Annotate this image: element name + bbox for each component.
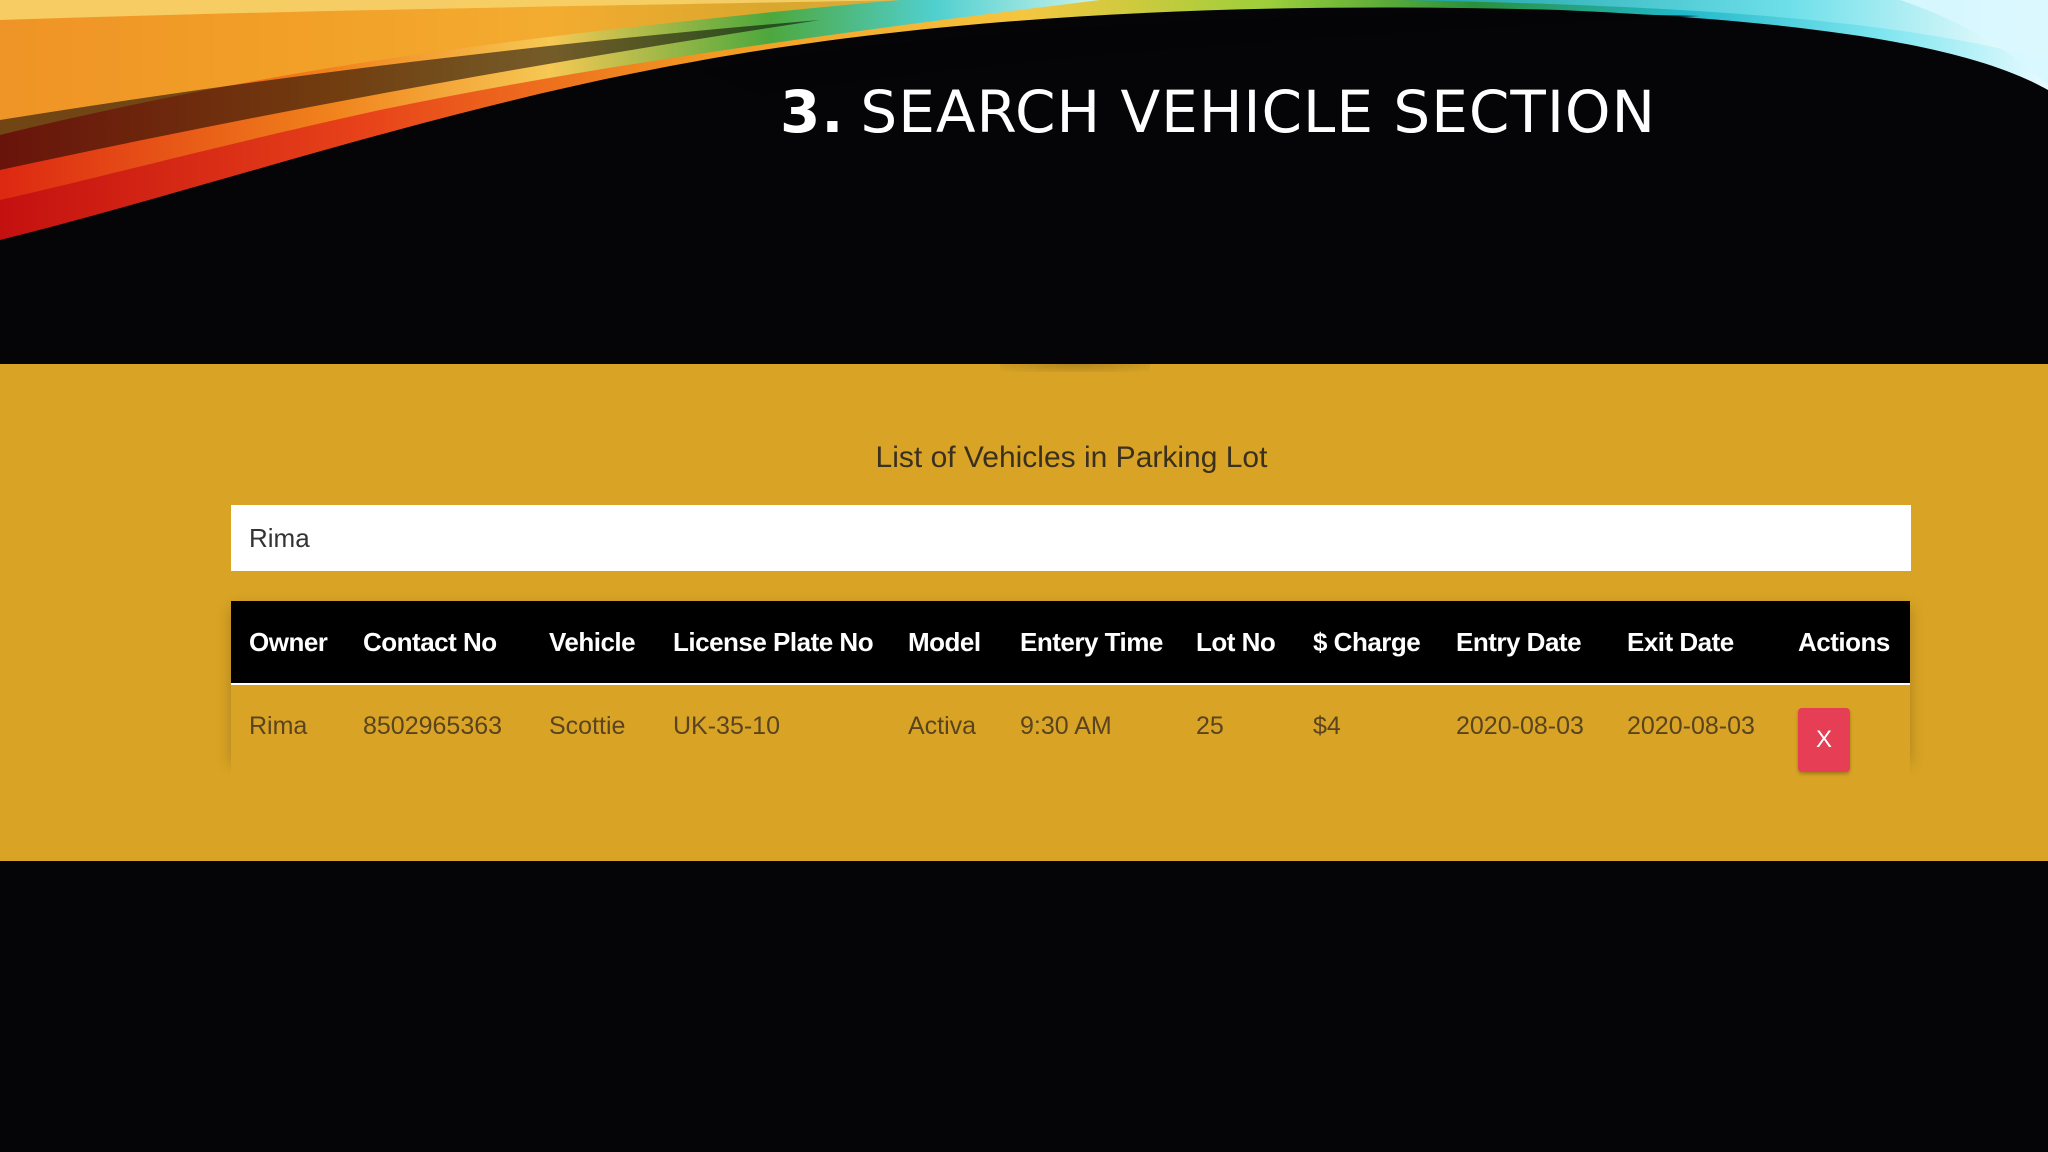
panel-shadow	[1000, 364, 1150, 372]
column-header-vehicle: Vehicle	[531, 601, 655, 685]
parking-app-panel: List of Vehicles in Parking Lot Rima Own…	[0, 364, 2048, 861]
cell-lot-no: 25	[1196, 712, 1224, 740]
cell-vehicle: Scottie	[549, 712, 626, 740]
column-header-entry-date: Entry Date	[1438, 601, 1609, 685]
slide-title: 3. SEARCH VEHICLE SECTION	[780, 72, 1656, 152]
slide-title-text: SEARCH VEHICLE SECTION	[860, 78, 1656, 146]
column-header-actions: Actions	[1780, 601, 1910, 685]
vehicle-table: Owner Contact No Vehicle License Plate N…	[231, 601, 1910, 794]
table-row: Rima 8502965363 Scottie UK-35-10 Activa …	[231, 684, 1910, 794]
column-header-owner: Owner	[231, 601, 345, 685]
cell-contact-no: 8502965363	[363, 712, 503, 740]
cell-model: Activa	[908, 712, 977, 740]
vehicle-list-heading: List of Vehicles in Parking Lot	[875, 441, 1268, 474]
column-header-license-plate-no: License Plate No	[655, 601, 890, 685]
slide: 3. SEARCH VEHICLE SECTION List of Vehicle…	[0, 0, 2048, 1152]
search-input[interactable]	[231, 505, 1911, 571]
column-header-model: Model	[890, 601, 1002, 685]
cell-actions: X	[1780, 684, 1910, 794]
column-header-exit-date: Exit Date	[1609, 601, 1780, 685]
cell-exit-date: 2020-08-03	[1627, 712, 1755, 740]
column-header-lot-no: Lot No	[1178, 601, 1295, 685]
slide-title-number: 3.	[780, 78, 845, 146]
cell-entry-date: 2020-08-03	[1456, 712, 1584, 740]
delete-vehicle-button[interactable]: X	[1798, 707, 1850, 772]
cell-entry-time: 9:30 AM	[1020, 712, 1112, 740]
column-header-charge: $ Charge	[1295, 601, 1438, 685]
cell-owner: Rima	[249, 712, 308, 740]
column-header-contact-no: Contact No	[345, 601, 531, 685]
cell-license-plate-no: UK-35-10	[673, 712, 780, 740]
column-header-entry-time: Entery Time	[1002, 601, 1178, 685]
vehicle-table-container: Owner Contact No Vehicle License Plate N…	[231, 601, 1910, 794]
cell-charge: $4	[1313, 712, 1341, 740]
table-header-row: Owner Contact No Vehicle License Plate N…	[231, 601, 1910, 685]
